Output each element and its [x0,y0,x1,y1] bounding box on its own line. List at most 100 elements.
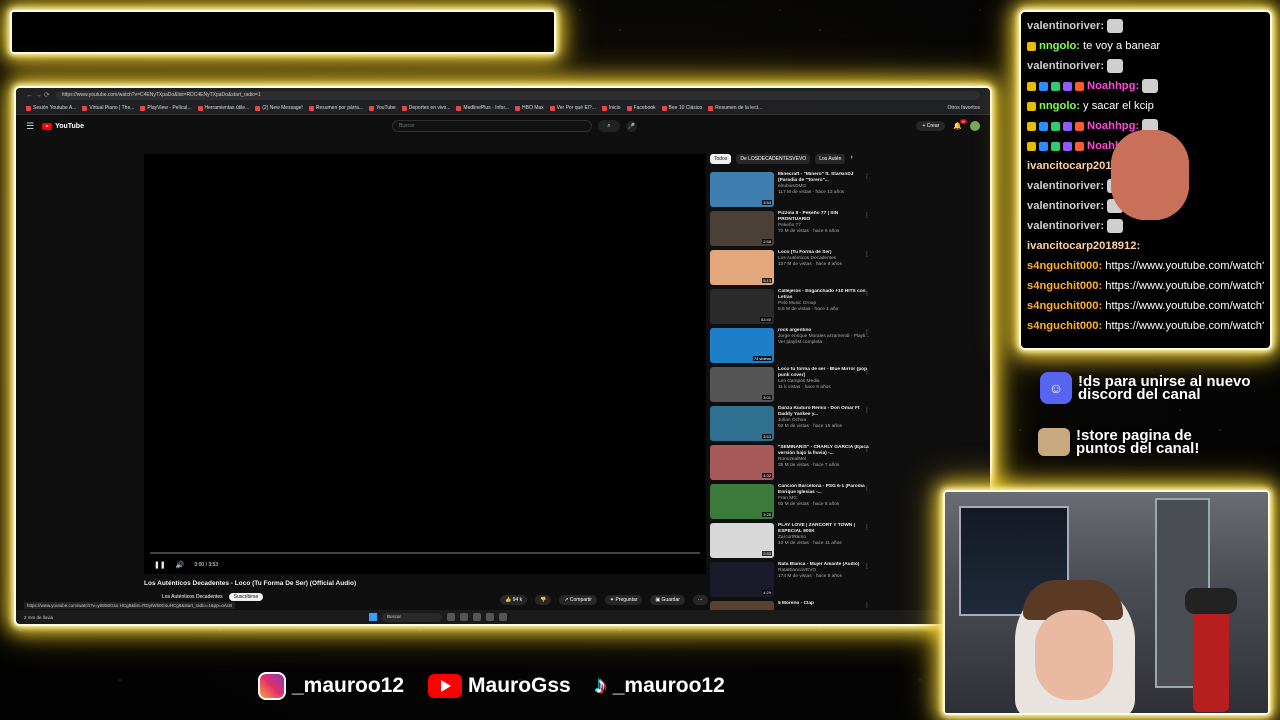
chat-username[interactable]: s4nguchit000: [1027,260,1102,272]
filter-chip[interactable]: De LOSDECADENTESVEVO [736,154,811,164]
related-video-item[interactable]: 2:53 PLAY LOVE | ZARCORT Y TOWN | ESPECIA… [710,523,870,562]
more-actions-icon[interactable]: ⋯ [692,595,708,605]
related-video-title[interactable]: Pizzola II - Pekeño 77 | SIN PRONTUARIO [778,211,870,223]
related-video-title[interactable]: Minecraft - "Minero" ft. StarkinDJ (Paro… [778,172,870,184]
more-options-icon[interactable]: ⋮ [864,212,870,219]
bookmark-item[interactable]: Inicio [601,105,621,111]
chat-username[interactable]: valentinoriver: [1027,20,1104,32]
related-video-item[interactable]: 53:40 Callejeros - Enganchado +10 HITS co… [710,289,870,328]
more-options-icon[interactable]: ⋮ [864,173,870,180]
video-thumbnail[interactable]: 53:40 [710,289,774,324]
other-bookmarks[interactable]: Otros favoritos [947,105,980,111]
related-video-item[interactable]: 4:02 "SEMINARIS" - CHARLY GARCÍA (Épica v… [710,445,870,484]
bookmark-item[interactable]: Facebook [626,105,656,111]
bookmark-item[interactable]: Resumen de la lect... [708,105,762,111]
related-video-title[interactable]: "SEMINARIS" - CHARLY GARCÍA (Épica versi… [778,445,870,457]
video-thumbnail[interactable]: 74 videos [710,328,774,363]
volume-icon[interactable]: 🔊 [176,561,185,569]
taskbar-app-icon[interactable] [499,613,507,621]
related-video-item[interactable]: 3:53 Danza Kuduro Remix - Don Omar Ft Dad… [710,406,870,445]
bookmark-item[interactable]: Sesión Youtube A... [26,105,76,111]
video-thumbnail[interactable]: 4:02 [710,445,774,480]
filter-chip[interactable]: Todos [710,154,732,164]
video-thumbnail[interactable]: 2:58 [710,211,774,246]
taskbar-app-icon[interactable] [460,613,468,621]
channel-name[interactable]: Los Auténticos Decadentes [162,594,223,600]
youtube-logo[interactable]: YouTube [42,122,84,130]
progress-bar[interactable] [150,552,700,554]
related-video-item[interactable]: 4:29 Nata Blanca - Mujer Amante (Audio) Ra… [710,562,870,601]
chat-username[interactable]: s4nguchit000: [1027,320,1102,332]
bookmark-item[interactable]: Virtual Piano | The... [82,105,134,111]
address-input[interactable]: https://www.youtube.com/watch?v=C4ENyTXp… [55,90,980,100]
search-input[interactable] [391,120,592,132]
chat-username[interactable]: valentinoriver: [1027,200,1104,212]
taskbar-search[interactable]: Buscar [382,612,442,622]
chat-username[interactable]: valentinoriver: [1027,220,1104,232]
taskbar-app-icon[interactable] [486,613,494,621]
chat-username[interactable]: s4nguchit000: [1027,280,1102,292]
related-video-title[interactable]: 5 Moreno - Clap [778,601,814,607]
bookmark-item[interactable]: (2) New Message! [255,105,303,111]
chat-username[interactable]: nngolo: [1039,100,1080,112]
bookmark-item[interactable]: Bee 10 Clásico [661,105,702,111]
more-options-icon[interactable]: ⋮ [864,407,870,414]
related-video-item[interactable]: 3:54 Minecraft - "Minero" ft. StarkinDJ (… [710,172,870,211]
more-options-icon[interactable]: ⋮ [864,602,870,609]
video-thumbnail[interactable]: 4:29 [710,562,774,597]
weather-widget[interactable]: 2 mm de lluvia [24,615,84,620]
more-options-icon[interactable]: ⋮ [864,524,870,531]
related-video-item[interactable]: 3:01 Loco tu forma de ser - Blue Mirror (… [710,367,870,406]
windows-start-icon[interactable] [369,613,377,621]
create-button[interactable]: + Crear [916,121,946,131]
chat-username[interactable]: valentinoriver: [1027,60,1104,72]
more-options-icon[interactable]: ⋮ [864,290,870,297]
taskbar-app-icon[interactable] [473,613,481,621]
taskbar-app-icon[interactable] [447,613,455,621]
like-button[interactable]: 👍 94 k [500,595,528,605]
filter-chip[interactable]: Los Autén [815,154,846,164]
bookmark-item[interactable]: PlayView - Películ... [140,105,192,111]
more-options-icon[interactable]: ⋮ [864,368,870,375]
video-thumbnail[interactable]: 5:13 [710,250,774,285]
bookmark-item[interactable]: Ver Por qué El?... [549,105,596,111]
related-video-title[interactable]: Canción Barcelona - PSG 6-1 (Parodia Enr… [778,484,870,496]
related-video-title[interactable]: Loco tu forma de ser - Blue Mirror (pop … [778,367,870,379]
chat-username[interactable]: Noahhpg: [1087,80,1139,92]
more-options-icon[interactable]: ⋮ [864,563,870,570]
search-icon[interactable]: ⌕ [597,120,620,132]
more-options-icon[interactable]: ⋮ [864,329,870,336]
bookmark-item[interactable]: MedlinePlus - Infor... [456,105,509,111]
chevron-right-icon[interactable]: › [850,154,852,164]
avatar[interactable] [970,121,980,131]
bookmark-item[interactable]: HBO Max [515,105,544,111]
video-thumbnail[interactable]: 3:01 [710,367,774,402]
more-options-icon[interactable]: ⋮ [864,485,870,492]
bookmark-item[interactable]: Deportes en vivo... [401,105,450,111]
dislike-button[interactable]: 👎 [535,595,552,605]
video-thumbnail[interactable]: 2:53 [710,523,774,558]
microphone-icon[interactable]: 🎤 [625,120,637,132]
ask-button[interactable]: ✦ Preguntar [604,595,643,605]
related-video-item[interactable]: 74 videos rock argentino Jorge enrique Mor… [710,328,870,367]
save-button[interactable]: ▣ Guardar [650,595,685,605]
chat-username[interactable]: ivancitocarp2018912: [1027,240,1140,252]
related-video-title[interactable]: Callejeros - Enganchado +10 HITS con Let… [778,289,870,301]
subscribe-button[interactable]: Suscribirse [228,593,264,601]
chat-username[interactable]: s4nguchit000: [1027,300,1102,312]
bell-icon[interactable]: 🔔 9+ [953,119,967,130]
related-video-item[interactable]: 3:25 Canción Barcelona - PSG 6-1 (Parodia… [710,484,870,523]
chat-username[interactable]: nngolo: [1039,40,1080,52]
related-video-item[interactable]: 5:13 Loco (Tu Forma de Ser) Los Auténticos… [710,250,870,289]
video-thumbnail[interactable]: 3:25 [710,484,774,519]
related-video-title[interactable]: Danza Kuduro Remix - Don Omar Ft Daddy Y… [778,406,870,418]
menu-icon[interactable]: ☰ [26,121,34,132]
chat-username[interactable]: Noahhpg: [1087,120,1139,132]
video-player[interactable]: ❚❚ 🔊 0:00 / 3:53 [144,154,706,574]
bookmark-item[interactable]: Resumen por párra... [308,105,363,111]
video-thumbnail[interactable]: 3:54 [710,172,774,207]
video-thumbnail[interactable]: 3:53 [710,406,774,441]
browser-nav-buttons[interactable]: ← → ⟳ [26,91,50,99]
share-button[interactable]: ↗ Compartir [559,595,597,605]
bookmark-item[interactable]: Herramientas útile... [197,105,249,111]
